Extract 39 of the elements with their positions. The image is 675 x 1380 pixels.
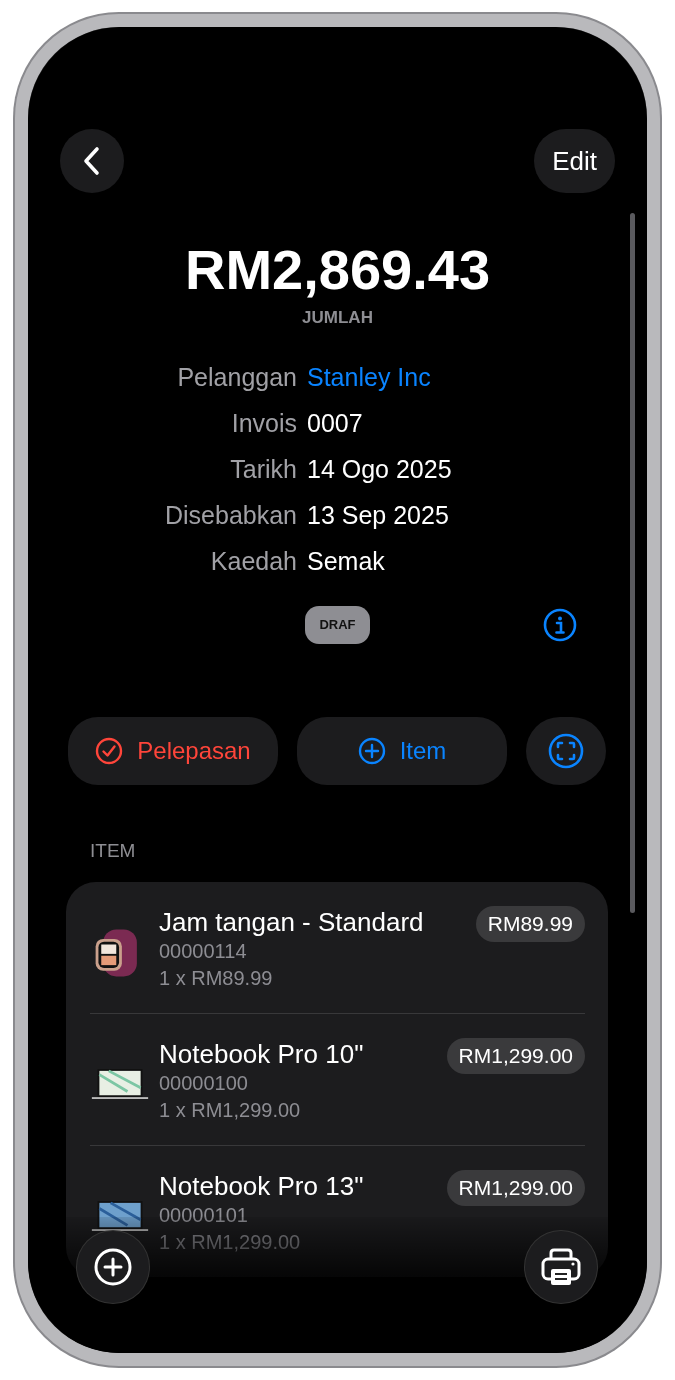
plus-circle-icon [93, 1247, 133, 1287]
item-sku: 00000114 [159, 939, 248, 964]
add-item-button[interactable]: Item [297, 717, 507, 785]
detail-value: 14 Ogo 2025 [307, 454, 453, 485]
price-badge: RM89.99 [475, 906, 585, 942]
total-label: JUMLAH [301, 308, 374, 328]
checkmark-circle-icon [95, 737, 124, 765]
detail-value: 13 Sep 2025 [307, 500, 450, 531]
add-button[interactable] [77, 1231, 149, 1303]
detail-label: Disebabkan [164, 500, 297, 531]
customer-link[interactable]: Stanley Inc [307, 354, 431, 400]
detail-label: Tarikh [230, 454, 297, 485]
scan-icon [548, 733, 584, 769]
item-sku: 00000101 [159, 1203, 249, 1228]
print-button[interactable] [525, 1231, 597, 1303]
detail-label: Kaedah [210, 546, 297, 577]
price-badge: RM1,299.00 [446, 1170, 585, 1206]
item-sku: 00000100 [159, 1071, 249, 1096]
item-name: Notebook Pro 13" [159, 1170, 365, 1202]
item-name: Notebook Pro 10" [159, 1038, 365, 1070]
detail-value: 0007 [307, 408, 364, 439]
item-quantity: 1 x RM89.99 [159, 966, 274, 991]
price-badge: RM1,299.00 [446, 1038, 585, 1074]
edit-button[interactable]: Edit [534, 129, 615, 193]
mark-paid-button[interactable]: Pelepasan [68, 717, 278, 785]
chevron-left-icon [82, 146, 102, 176]
info-button[interactable] [543, 608, 577, 642]
detail-label: Pelanggan [177, 362, 297, 393]
status-badge: DRAF [305, 606, 370, 644]
item-quantity: 1 x RM1,299.00 [159, 1098, 302, 1123]
detail-label: Invois [231, 408, 297, 439]
detail-value: Semak [307, 546, 386, 577]
info-icon [543, 608, 577, 642]
plus-circle-icon [357, 737, 386, 765]
item-name: Jam tangan - Standard [159, 906, 425, 938]
printer-icon [540, 1247, 582, 1287]
item-quantity: 1 x RM1,299.00 [159, 1230, 302, 1255]
total-amount: RM2,869.43 [183, 238, 492, 302]
section-header: ITEM [89, 840, 137, 862]
